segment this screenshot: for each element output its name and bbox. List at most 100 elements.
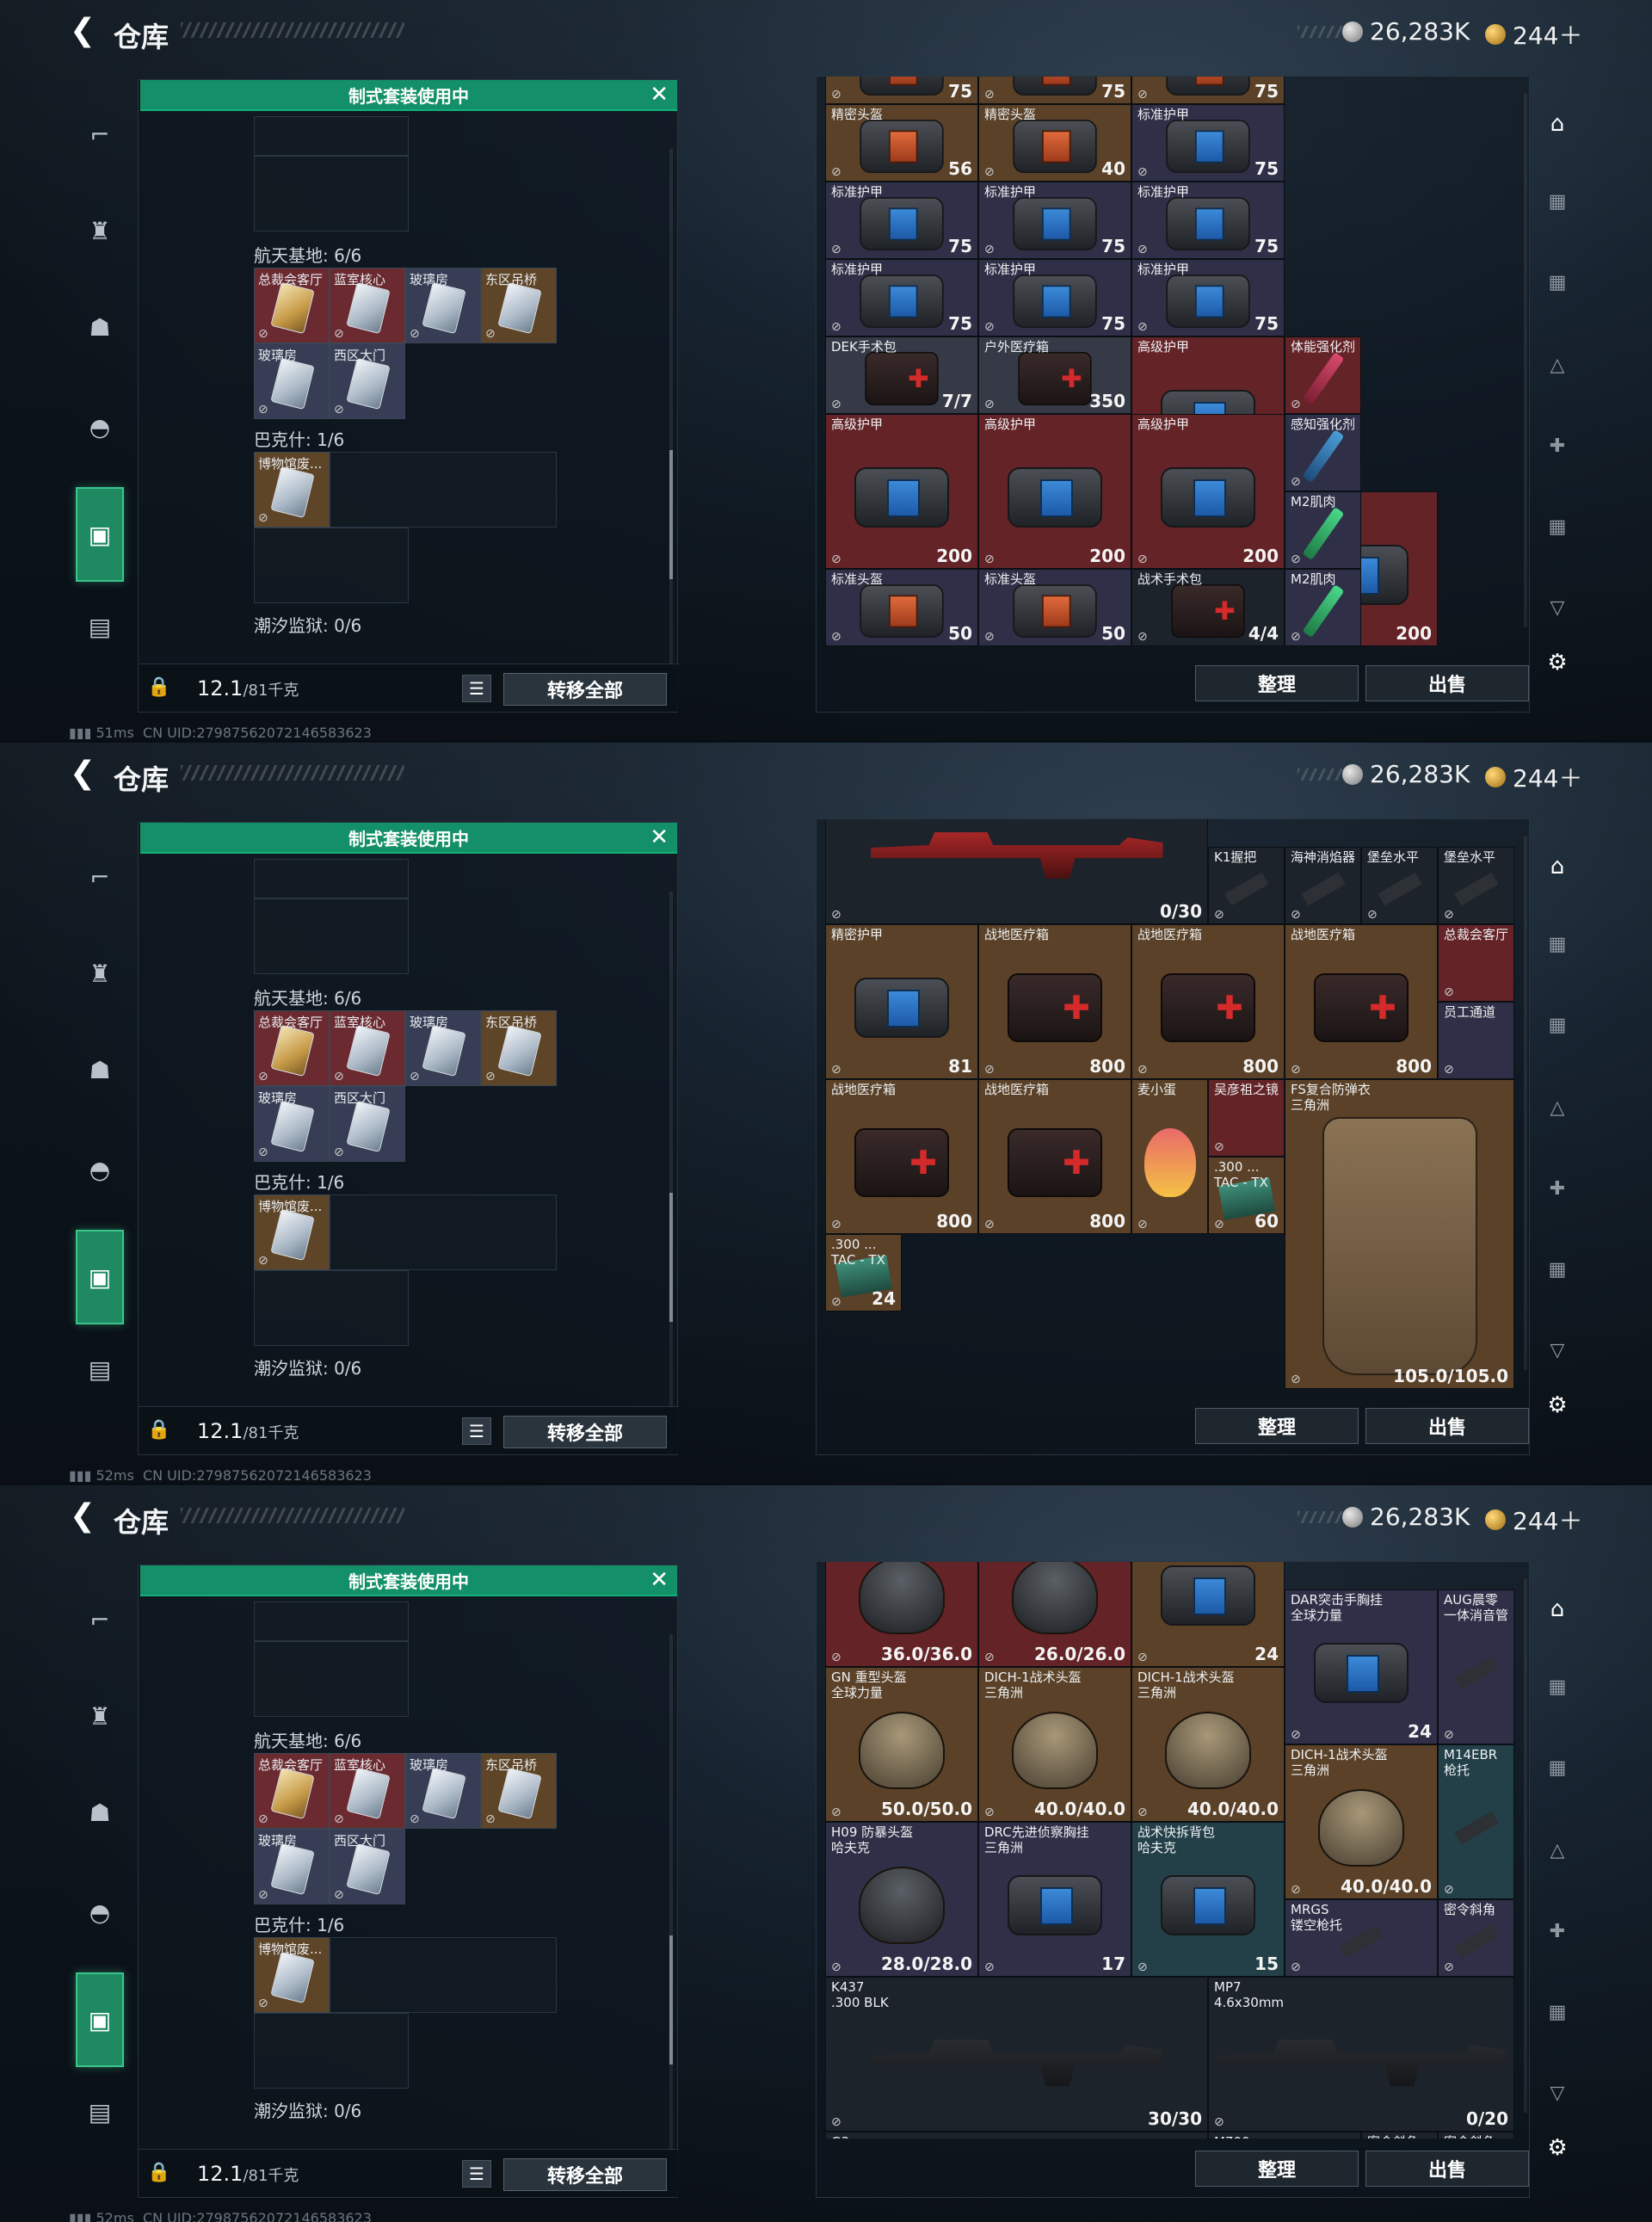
storage-tab-4-icon[interactable]: △ — [1538, 1089, 1576, 1126]
inventory-item[interactable]: 高级护甲 ⊘ 200 — [825, 414, 978, 569]
key-card[interactable]: 总裁会客厅 ⊘ — [254, 1010, 330, 1086]
inventory-item[interactable]: DICH-1战术头盔 三角洲 ⊘ 40.0/40.0 — [1285, 1744, 1438, 1899]
key-card[interactable]: 西区大门 ⊘ — [330, 1086, 405, 1162]
inventory-item[interactable]: ⊘ 75 — [825, 77, 978, 104]
sell-button[interactable]: 出售 — [1365, 1408, 1529, 1444]
settings-gear-icon[interactable]: ⚙ — [1538, 644, 1576, 682]
inventory-item[interactable]: DEK手术包 ⊘ 7/7 — [825, 336, 978, 414]
inventory-item[interactable]: 吴彦祖之镜 ⊘ — [1208, 1079, 1285, 1157]
inventory-item[interactable]: 海神消焰器 ⊘ — [1285, 847, 1361, 924]
inventory-item[interactable]: 高级护甲 ⊘ 200 — [1131, 414, 1285, 569]
storage-tab-2-icon[interactable]: ▦ — [1538, 1668, 1576, 1706]
inventory-item[interactable]: G3⊘ — [825, 2132, 1208, 2139]
key-card[interactable]: 玻璃房 ⊘ — [254, 343, 330, 419]
inventory-item[interactable]: 堡垒水平 ⊘ — [1361, 847, 1438, 924]
storage-tab-2-icon[interactable]: ▦ — [1538, 182, 1576, 220]
inventory-item[interactable]: 战术手术包 ⊘ 4/4 — [1131, 569, 1285, 646]
key-card[interactable]: 蓝室核心 ⊘ — [330, 1010, 405, 1086]
inventory-item[interactable]: FS复合防弹衣 三角洲 ⊘ 105.0/105.0 — [1285, 1079, 1514, 1389]
key-card[interactable]: 西区大门 ⊘ — [330, 1829, 405, 1904]
back-button[interactable]: ❮ — [65, 756, 100, 791]
nav-keycase-icon[interactable]: ▣ — [76, 1972, 124, 2067]
left-scrollbar[interactable] — [669, 149, 673, 665]
inventory-item[interactable]: ⊘ 0/30 — [825, 819, 1208, 924]
inventory-item[interactable]: DAR突击手胸挂 全球力量 ⊘ 24 — [1285, 1589, 1438, 1744]
inventory-item[interactable]: 标准护甲 ⊘ 75 — [825, 259, 978, 336]
sell-button[interactable]: 出售 — [1365, 2151, 1529, 2187]
inventory-item[interactable]: 标准头盔 ⊘ 50 — [978, 569, 1131, 646]
gold-currency[interactable]: 244＋ — [1485, 17, 1582, 52]
inventory-item[interactable]: 标准护甲 ⊘ 75 — [1131, 104, 1285, 182]
key-card[interactable]: 蓝室核心 ⊘ — [330, 268, 405, 343]
storage-tab-2-icon[interactable]: ▦ — [1538, 925, 1576, 963]
transfer-all-button[interactable]: 转移全部 — [503, 673, 667, 706]
storage-tab-4-icon[interactable]: △ — [1538, 346, 1576, 384]
inventory-item[interactable]: 战地医疗箱 ⊘ 800 — [978, 924, 1131, 1079]
inventory-item[interactable]: 战地医疗箱 ⊘ 800 — [825, 1079, 978, 1234]
key-slot-empty[interactable] — [254, 898, 409, 974]
nav-weapon-icon[interactable]: ⌐ — [76, 1596, 124, 1644]
nav-weapon-icon[interactable]: ⌐ — [76, 853, 124, 901]
inventory-item[interactable]: DICH-1战术头盔 三角洲 ⊘ 40.0/40.0 — [978, 1667, 1131, 1822]
inventory-item[interactable]: 麦小蛋 ⊘ — [1131, 1079, 1208, 1234]
key-slot-empty[interactable] — [254, 116, 409, 156]
nav-keycase-icon[interactable]: ▣ — [76, 487, 124, 582]
inventory-item[interactable]: ⊘ 75 — [978, 77, 1131, 104]
close-icon[interactable]: ✕ — [650, 1569, 669, 1591]
close-icon[interactable]: ✕ — [650, 826, 669, 849]
inventory-item[interactable]: 战地医疗箱 ⊘ 800 — [978, 1079, 1131, 1234]
inventory-item[interactable]: 密令斜角⊘ — [1438, 2132, 1514, 2139]
storage-tab-7-icon[interactable]: ▽ — [1538, 1331, 1576, 1369]
key-card[interactable]: 玻璃房 ⊘ — [405, 268, 481, 343]
lock-icon[interactable]: 🔒 — [147, 676, 171, 701]
nav-armor-icon[interactable]: ♜ — [76, 949, 124, 997]
key-card[interactable]: 西区大门 ⊘ — [330, 343, 405, 419]
key-card[interactable]: 博物馆废... ⊘ — [254, 1937, 330, 2013]
key-card[interactable]: 蓝室核心 ⊘ — [330, 1753, 405, 1829]
inventory-item[interactable]: .300 ... TAC - TX ⊘ 60 — [1208, 1157, 1285, 1234]
inventory-item[interactable]: M14EBR 枪托 ⊘ — [1438, 1744, 1514, 1899]
inventory-item[interactable]: M2肌肉 ⊘ — [1285, 569, 1361, 646]
left-scrollbar-thumb[interactable] — [669, 1193, 673, 1322]
left-scrollbar-thumb[interactable] — [669, 450, 673, 579]
inventory-item[interactable]: ⊘ 36.0/36.0 — [825, 1562, 978, 1667]
key-slot-empty[interactable] — [330, 1937, 557, 2013]
inventory-item[interactable]: .300 ... TAC - TX ⊘ 24 — [825, 1234, 902, 1312]
list-view-icon[interactable]: ☰ — [462, 1417, 491, 1445]
key-card[interactable]: 总裁会客厅 ⊘ — [254, 1753, 330, 1829]
lock-icon[interactable]: 🔒 — [147, 1419, 171, 1443]
gold-currency[interactable]: 244＋ — [1485, 760, 1582, 794]
list-view-icon[interactable]: ☰ — [462, 675, 491, 702]
inventory-item[interactable]: 战术快拆背包 哈夫克 ⊘ 15 — [1131, 1822, 1285, 1977]
inventory-item[interactable]: H09 防暴头盔 哈夫克 ⊘ 28.0/28.0 — [825, 1822, 978, 1977]
settings-gear-icon[interactable]: ⚙ — [1538, 2129, 1576, 2167]
sort-button[interactable]: 整理 — [1195, 1408, 1359, 1444]
inventory-item[interactable]: GN 重型头盔 全球力量 ⊘ 50.0/50.0 — [825, 1667, 978, 1822]
key-card[interactable]: 博物馆废... ⊘ — [254, 452, 330, 528]
inventory-item[interactable]: 总裁会客厅 ⊘ — [1438, 924, 1514, 1002]
key-card[interactable]: 东区吊桥 ⊘ — [481, 268, 557, 343]
inventory-item[interactable]: 战地医疗箱 ⊘ 800 — [1131, 924, 1285, 1079]
storage-tab-3-icon[interactable]: ▦ — [1538, 1749, 1576, 1787]
inventory-item[interactable]: 战地医疗箱 ⊘ 800 — [1285, 924, 1438, 1079]
silver-currency[interactable]: 26,283K — [1342, 760, 1470, 788]
inventory-item[interactable]: 标准护甲 ⊘ 75 — [978, 182, 1131, 259]
inventory-item[interactable]: 密令斜角⊘ — [1438, 1899, 1514, 1977]
sell-button[interactable]: 出售 — [1365, 665, 1529, 701]
inventory-item[interactable]: 密令斜角⊘ — [1361, 2132, 1438, 2139]
inventory-item[interactable]: K437 .300 BLK ⊘ 30/30 — [825, 1977, 1208, 2132]
nav-toolbox-icon[interactable]: ▤ — [76, 1345, 124, 1393]
key-card[interactable]: 博物馆废... ⊘ — [254, 1194, 330, 1270]
key-card[interactable]: 玻璃房 ⊘ — [254, 1086, 330, 1162]
key-card[interactable]: 东区吊桥 ⊘ — [481, 1010, 557, 1086]
nav-helmet-icon[interactable]: ☗ — [76, 1046, 124, 1094]
inventory-item[interactable]: ⊘ 24 — [1131, 1562, 1285, 1667]
inventory-item[interactable]: 标准护甲 ⊘ 75 — [978, 259, 1131, 336]
sort-button[interactable]: 整理 — [1195, 2151, 1359, 2187]
inventory-item[interactable]: AUG晨零 一体消音管 ⊘ — [1438, 1589, 1514, 1744]
sort-button[interactable]: 整理 — [1195, 665, 1359, 701]
key-slot-empty[interactable] — [254, 528, 409, 603]
inventory-item[interactable]: 标准护甲 ⊘ 75 — [825, 182, 978, 259]
storage-tab-4-icon[interactable]: △ — [1538, 1831, 1576, 1869]
key-card[interactable]: 玻璃房 ⊘ — [405, 1010, 481, 1086]
